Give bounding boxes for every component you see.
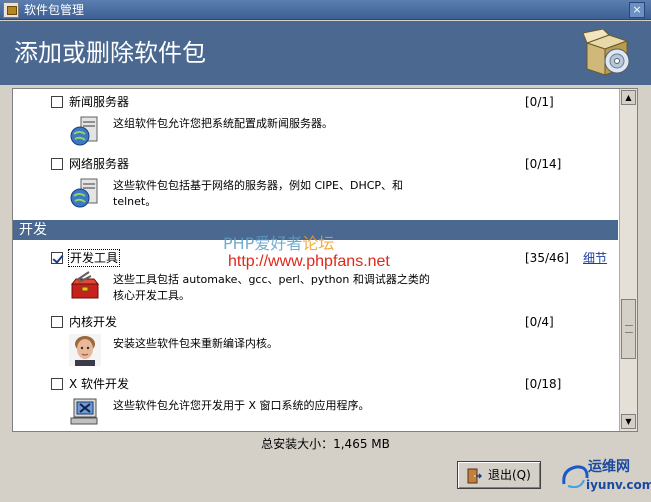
- section-title: 开发: [19, 222, 47, 238]
- list-item: 新闻服务器 [0/1] 这组软件包允许您把系统配置成新闻服务器。: [13, 95, 618, 152]
- window-title: 软件包管理: [24, 3, 85, 17]
- group-description-line: telnet。: [113, 195, 157, 208]
- group-label: 新闻服务器: [69, 95, 130, 109]
- group-label: 开发工具: [68, 249, 121, 267]
- news-server-icon: [70, 116, 98, 146]
- close-icon[interactable]: ×: [629, 2, 645, 18]
- quit-button-label: 退出(Q): [488, 468, 531, 482]
- list-item: 开发工具 [35/46] 细节 这些工具包括 automake、gcc、perl…: [13, 249, 618, 308]
- app-icon: [3, 2, 19, 18]
- group-description-line: 这些工具包括 automake、gcc、perl、python 和调试器之类的: [113, 273, 430, 286]
- list-item: X 软件开发 [0/18] 这些软件包允许您开发用于 X 窗口系统的应用程序。: [13, 377, 618, 431]
- scrollbar-thumb[interactable]: [621, 299, 636, 359]
- news-server-checkbox[interactable]: [51, 96, 63, 108]
- group-description: 这些软件包允许您开发用于 X 窗口系统的应用程序。: [113, 399, 370, 412]
- group-label: 内核开发: [69, 315, 118, 329]
- kernel-developer-avatar-icon: [69, 334, 101, 366]
- site-logo: 运维网 iyunv.com: [556, 454, 651, 502]
- logo-domain: iyunv.com: [586, 478, 651, 492]
- details-link[interactable]: 细节: [583, 250, 607, 266]
- package-box-icon: [582, 29, 630, 76]
- toolbox-icon: [70, 271, 100, 299]
- total-install-size: 总安装大小：1,465 MB: [261, 437, 390, 451]
- group-description: 这些工具包括 automake、gcc、perl、python 和调试器之类的 …: [113, 272, 493, 304]
- group-description: 这些软件包包括基于网络的服务器，例如 CIPE、DHCP、和 telnet。: [113, 178, 493, 210]
- page-header: 添加或删除软件包: [0, 21, 651, 85]
- package-group-list[interactable]: 新闻服务器 [0/1] 这组软件包允许您把系统配置成新闻服务器。 网络服务器 […: [12, 88, 638, 432]
- group-label: 网络服务器: [69, 157, 130, 171]
- network-server-checkbox[interactable]: [51, 158, 63, 170]
- kernel-dev-checkbox[interactable]: [51, 316, 63, 328]
- group-description-line: 核心开发工具。: [113, 289, 190, 302]
- scroll-down-arrow-icon[interactable]: ▼: [621, 414, 636, 429]
- section-header-development: 开发: [13, 220, 618, 240]
- list-item: 网络服务器 [0/14] 这些软件包包括基于网络的服务器，例如 CIPE、DHC…: [13, 157, 618, 218]
- x-window-monitor-icon: [70, 398, 98, 425]
- exit-door-icon: [467, 468, 482, 484]
- scroll-up-arrow-icon[interactable]: ▲: [621, 90, 636, 105]
- logo-name: 运维网: [588, 459, 630, 475]
- list-item: 内核开发 [0/4] 安装这些软件包来重新编译内核。: [13, 315, 618, 372]
- package-group-list-content: 新闻服务器 [0/1] 这组软件包允许您把系统配置成新闻服务器。 网络服务器 […: [13, 89, 618, 431]
- group-count: [0/18]: [525, 377, 562, 391]
- group-count: [0/4]: [525, 315, 554, 329]
- group-description: 安装这些软件包来重新编译内核。: [113, 337, 278, 350]
- group-label: X 软件开发: [69, 377, 130, 391]
- group-description-line: 这些软件包包括基于网络的服务器，例如 CIPE、DHCP、和: [113, 179, 404, 192]
- dev-tools-checkbox[interactable]: [51, 252, 63, 264]
- vertical-scrollbar[interactable]: ▲ ▼: [619, 89, 637, 431]
- group-count: [0/1]: [525, 95, 554, 109]
- window-titlebar[interactable]: 软件包管理 ×: [0, 0, 651, 20]
- group-count: [35/46]: [525, 251, 569, 265]
- network-server-icon: [70, 178, 98, 208]
- group-description: 这组软件包允许您把系统配置成新闻服务器。: [113, 117, 333, 130]
- page-title: 添加或删除软件包: [14, 39, 206, 67]
- quit-button[interactable]: 退出(Q): [457, 461, 541, 489]
- group-count: [0/14]: [525, 157, 562, 171]
- x-dev-checkbox[interactable]: [51, 378, 63, 390]
